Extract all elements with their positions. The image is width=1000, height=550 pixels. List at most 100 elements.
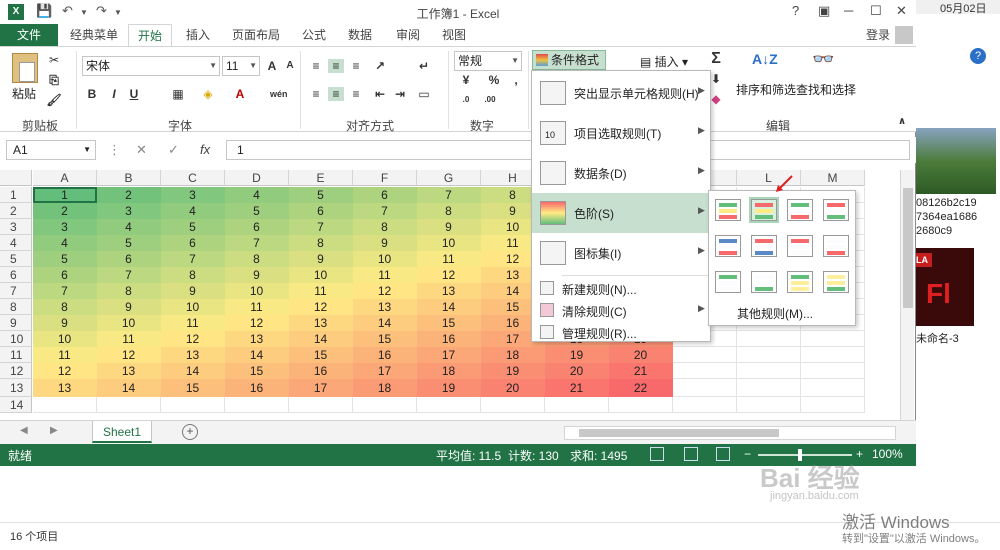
fill-color-icon[interactable]: ◈ — [200, 87, 216, 101]
column-header-E[interactable]: E — [289, 170, 353, 186]
cell-D9[interactable]: 12 — [225, 315, 289, 331]
cell-G5[interactable]: 11 — [417, 251, 481, 267]
column-header-D[interactable]: D — [225, 170, 289, 186]
cell-F11[interactable]: 16 — [353, 347, 417, 363]
cell-D11[interactable]: 14 — [225, 347, 289, 363]
italic-button[interactable]: I — [106, 87, 122, 101]
cell-F12[interactable]: 17 — [353, 363, 417, 379]
color-scale-option-8[interactable] — [823, 235, 849, 257]
help-button[interactable]: ? — [792, 3, 799, 18]
cell-G4[interactable]: 10 — [417, 235, 481, 251]
zoom-out-icon[interactable]: − — [744, 447, 751, 461]
menu-item-highlight-rules[interactable]: 突出显示单元格规则(H) ▶ — [532, 73, 710, 113]
align-center-icon[interactable]: ≡ — [328, 87, 344, 101]
cell-E11[interactable]: 15 — [289, 347, 353, 363]
cell-A6[interactable]: 6 — [33, 267, 97, 283]
cell-E12[interactable]: 16 — [289, 363, 353, 379]
cell-B11[interactable]: 12 — [97, 347, 161, 363]
align-middle-icon[interactable]: ≡ — [328, 59, 344, 73]
font-size-combo[interactable]: 11 ▼ — [222, 56, 260, 76]
cell-G13[interactable]: 19 — [417, 379, 481, 397]
cell-J13[interactable]: 22 — [609, 379, 673, 397]
cell-D8[interactable]: 11 — [225, 299, 289, 315]
find-select-button[interactable]: 查找和选择 — [796, 81, 856, 98]
cell-F3[interactable]: 8 — [353, 219, 417, 235]
cell-B1[interactable]: 2 — [97, 187, 161, 203]
cell-G9[interactable]: 15 — [417, 315, 481, 331]
cell-B6[interactable]: 7 — [97, 267, 161, 283]
cell-F8[interactable]: 13 — [353, 299, 417, 315]
collapse-ribbon-icon[interactable]: ∧ — [894, 115, 910, 129]
decrease-decimal-icon[interactable]: .00 — [482, 93, 498, 107]
decrease-indent-icon[interactable]: ⇤ — [372, 87, 388, 101]
currency-icon[interactable]: ¥ — [458, 73, 474, 87]
menu-item-icon-sets[interactable]: 图标集(I) ▶ — [532, 233, 710, 273]
color-scale-option-3[interactable] — [787, 199, 813, 221]
color-scale-option-1[interactable] — [715, 199, 741, 221]
cell-G12[interactable]: 18 — [417, 363, 481, 379]
cell-C11[interactable]: 13 — [161, 347, 225, 363]
cell-B3[interactable]: 4 — [97, 219, 161, 235]
add-sheet-icon[interactable]: + — [182, 424, 198, 440]
cell-E10[interactable]: 14 — [289, 331, 353, 347]
cell-E14[interactable] — [289, 397, 353, 413]
cell-B7[interactable]: 8 — [97, 283, 161, 299]
maximize-button[interactable]: ☐ — [870, 3, 882, 19]
cell-A11[interactable]: 11 — [33, 347, 97, 363]
avatar[interactable] — [895, 26, 913, 44]
cell-D10[interactable]: 13 — [225, 331, 289, 347]
cell-E9[interactable]: 13 — [289, 315, 353, 331]
percent-button[interactable]: % — [486, 73, 502, 87]
tab-data[interactable]: 数据 — [338, 24, 382, 46]
tab-review[interactable]: 审阅 — [386, 24, 430, 46]
menu-item-new-rule[interactable]: 新建规则(N)... — [532, 277, 710, 299]
page-break-view-icon[interactable] — [716, 447, 730, 461]
zoom-slider[interactable] — [758, 454, 852, 456]
bold-button[interactable]: B — [84, 87, 100, 101]
image-thumbnail[interactable] — [916, 128, 996, 194]
cell-B9[interactable]: 10 — [97, 315, 161, 331]
cell-D4[interactable]: 7 — [225, 235, 289, 251]
cell-D5[interactable]: 8 — [225, 251, 289, 267]
cell-B4[interactable]: 5 — [97, 235, 161, 251]
cell-K11[interactable] — [673, 347, 737, 363]
color-scale-option-6[interactable] — [751, 235, 777, 257]
cell-M14[interactable] — [801, 397, 865, 413]
cell-E2[interactable]: 6 — [289, 203, 353, 219]
cell-A12[interactable]: 12 — [33, 363, 97, 379]
format-painter-icon[interactable]: 🖌 — [46, 93, 62, 107]
comma-style-icon[interactable]: , — [508, 73, 524, 87]
cell-D3[interactable]: 6 — [225, 219, 289, 235]
cell-C6[interactable]: 8 — [161, 267, 225, 283]
cell-C7[interactable]: 9 — [161, 283, 225, 299]
cell-B5[interactable]: 6 — [97, 251, 161, 267]
cell-L14[interactable] — [737, 397, 801, 413]
cell-H13[interactable]: 20 — [481, 379, 545, 397]
cell-G10[interactable]: 16 — [417, 331, 481, 347]
cell-F10[interactable]: 15 — [353, 331, 417, 347]
cell-F2[interactable]: 7 — [353, 203, 417, 219]
increase-decimal-icon[interactable]: .0 — [458, 93, 474, 107]
cell-F13[interactable]: 18 — [353, 379, 417, 397]
column-header-M[interactable]: M — [801, 170, 865, 186]
vertical-scrollbar[interactable] — [900, 170, 914, 420]
cell-L11[interactable] — [737, 347, 801, 363]
tab-view[interactable]: 视图 — [432, 24, 476, 46]
row-header-4[interactable]: 4 — [0, 235, 32, 251]
tab-insert[interactable]: 插入 — [176, 24, 220, 46]
color-scale-option-9[interactable] — [715, 271, 741, 293]
align-top-icon[interactable]: ≡ — [308, 59, 324, 73]
cell-C8[interactable]: 10 — [161, 299, 225, 315]
cell-G3[interactable]: 9 — [417, 219, 481, 235]
thumbnail-caption[interactable]: 08126b2c19 7364ea1686 2680c9 — [916, 196, 1000, 238]
sort-filter-icon[interactable]: A↓Z — [752, 51, 778, 67]
insert-function-icon[interactable]: fx — [200, 142, 210, 157]
paste-button[interactable]: 粘贴 — [12, 85, 36, 102]
page-layout-view-icon[interactable] — [684, 447, 698, 461]
ribbon-display-icon[interactable]: ▣ — [818, 3, 830, 19]
menu-item-top-bottom[interactable]: 10 项目选取规则(T) ▶ — [532, 113, 710, 153]
cell-G2[interactable]: 8 — [417, 203, 481, 219]
more-rules-item[interactable]: 其他规则(M)... — [737, 305, 813, 322]
thumbnail-caption[interactable]: 未命名-3 — [916, 330, 959, 346]
menu-item-data-bars[interactable]: 数据条(D) ▶ — [532, 153, 710, 193]
